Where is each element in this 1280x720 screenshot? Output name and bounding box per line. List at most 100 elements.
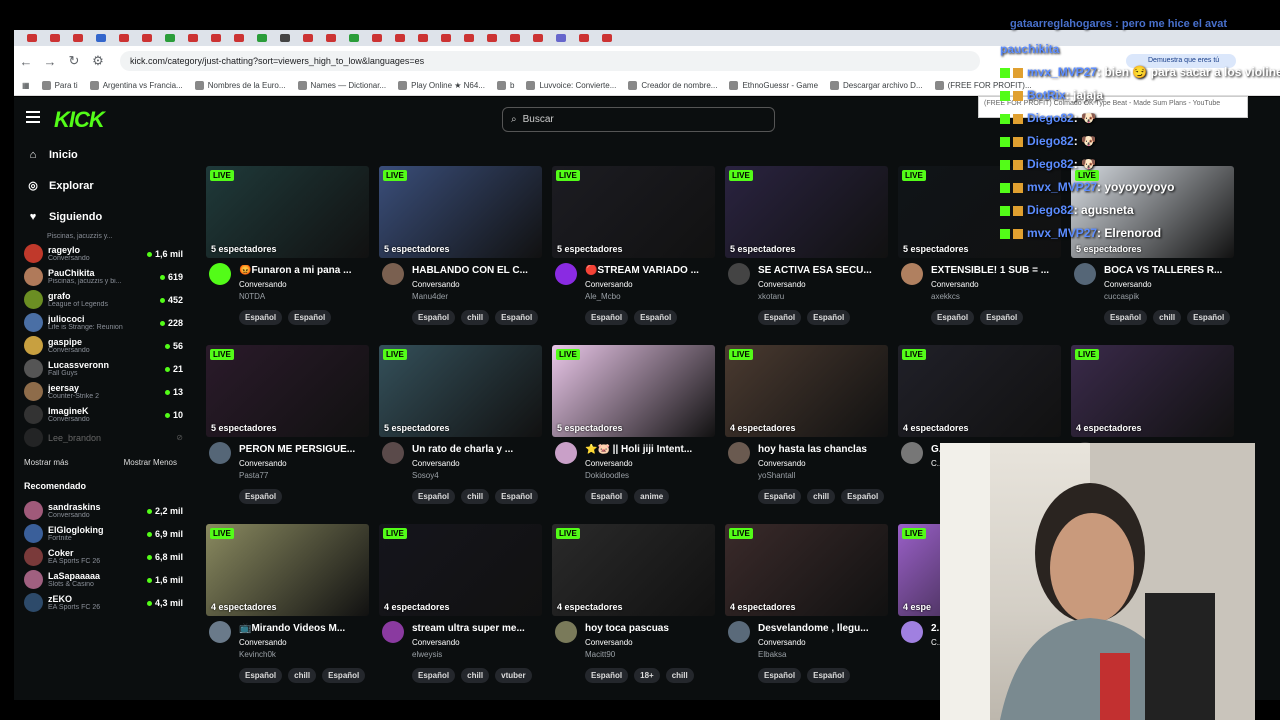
- stream-category[interactable]: Conversando: [585, 280, 633, 289]
- stream-title[interactable]: HABLANDO CON EL C...: [412, 265, 542, 276]
- stream-tag[interactable]: chill: [288, 668, 317, 683]
- stream-thumbnail[interactable]: LIVE 5 espectadores: [725, 166, 888, 258]
- browser-tab[interactable]: [464, 34, 474, 42]
- stream-thumbnail[interactable]: LIVE 4 espectadores: [552, 524, 715, 616]
- stream-thumbnail[interactable]: LIVE 5 espectadores: [206, 166, 369, 258]
- forward-icon[interactable]: →: [38, 54, 62, 69]
- stream-thumbnail[interactable]: LIVE 4 espectadores: [725, 345, 888, 437]
- stream-category[interactable]: Conversando: [758, 280, 806, 289]
- streamer-name[interactable]: Sosoy4: [412, 471, 439, 480]
- stream-category[interactable]: Conversando: [585, 638, 633, 647]
- streamer-name[interactable]: yoShantall: [758, 471, 795, 480]
- show-more-button[interactable]: Mostrar más: [24, 458, 68, 473]
- bookmark-item[interactable]: Argentina vs Francia...: [89, 81, 183, 90]
- site-info-icon[interactable]: ⚙: [86, 53, 110, 69]
- streamer-avatar[interactable]: [728, 621, 750, 643]
- browser-tab[interactable]: [395, 34, 405, 42]
- stream-card[interactable]: LIVE 5 espectadores Un rato de charla y ..…: [379, 345, 542, 515]
- stream-category[interactable]: Conversando: [412, 638, 460, 647]
- browser-tab[interactable]: [303, 34, 313, 42]
- stream-title[interactable]: SE ACTIVA ESA SECU...: [758, 265, 888, 276]
- stream-tag[interactable]: Español: [585, 668, 629, 683]
- stream-tag[interactable]: chill: [665, 668, 694, 683]
- stream-tag[interactable]: Español: [980, 310, 1024, 325]
- stream-tag[interactable]: Español: [495, 489, 539, 504]
- back-icon[interactable]: ←: [14, 54, 38, 69]
- browser-tab[interactable]: [579, 34, 589, 42]
- streamer-name[interactable]: Kevinch0k: [239, 650, 276, 659]
- sidebar-channel[interactable]: juliococi Life is Strange: Reunion 228: [14, 311, 189, 334]
- streamer-name[interactable]: cuccaspik: [1104, 292, 1139, 301]
- stream-thumbnail[interactable]: LIVE 5 espectadores: [206, 345, 369, 437]
- stream-tag[interactable]: Español: [412, 310, 456, 325]
- sidebar-channel[interactable]: PauChikita Piscinas, jacuzzis y bi... 619: [14, 265, 189, 288]
- stream-tag[interactable]: Español: [239, 310, 283, 325]
- kick-logo[interactable]: KICK: [54, 107, 105, 133]
- streamer-name[interactable]: N0TDA: [239, 292, 265, 301]
- stream-title[interactable]: EXTENSIBLE! 1 SUB = ...: [931, 265, 1061, 276]
- offline-channel[interactable]: Lee_brandon ⊘: [14, 426, 189, 449]
- stream-tag[interactable]: chill: [1153, 310, 1182, 325]
- stream-thumbnail[interactable]: LIVE 4 espectadores: [725, 524, 888, 616]
- apps-icon[interactable]: ▦: [22, 81, 30, 90]
- show-less-button[interactable]: Mostrar Menos: [124, 458, 177, 473]
- streamer-avatar[interactable]: [209, 263, 231, 285]
- stream-card[interactable]: LIVE 4 espectadores 📺Mirando Videos M... Co…: [206, 524, 369, 694]
- browser-tab[interactable]: [533, 34, 543, 42]
- stream-category[interactable]: Conversando: [931, 280, 979, 289]
- streamer-avatar[interactable]: [382, 263, 404, 285]
- stream-tag[interactable]: Español: [239, 668, 283, 683]
- streamer-avatar[interactable]: [209, 442, 231, 464]
- stream-tag[interactable]: Español: [1187, 310, 1231, 325]
- sidebar-channel[interactable]: gaspipe Conversando 56: [14, 334, 189, 357]
- streamer-name[interactable]: elweysis: [412, 650, 442, 659]
- streamer-avatar[interactable]: [382, 621, 404, 643]
- stream-tag[interactable]: vtuber: [495, 668, 532, 683]
- browser-tab[interactable]: [257, 34, 267, 42]
- streamer-avatar[interactable]: [901, 263, 923, 285]
- stream-card[interactable]: LIVE 4 espectadores hoy hasta las chanclas…: [725, 345, 888, 515]
- sidebar-channel[interactable]: zEKO EA Sports FC 26 4,3 mil: [14, 591, 189, 614]
- browser-tab[interactable]: [188, 34, 198, 42]
- browser-tab[interactable]: [372, 34, 382, 42]
- browser-tab[interactable]: [510, 34, 520, 42]
- stream-tag[interactable]: Español: [495, 310, 539, 325]
- browser-tab[interactable]: [211, 34, 221, 42]
- stream-tag[interactable]: Español: [585, 489, 629, 504]
- stream-title[interactable]: 🔴STREAM VARIADO ...: [585, 265, 715, 276]
- streamer-name[interactable]: Macitt90: [585, 650, 615, 659]
- bookmark-item[interactable]: Luvvoice: Convierte...: [526, 81, 616, 90]
- stream-category[interactable]: Conversando: [1104, 280, 1152, 289]
- stream-card[interactable]: LIVE 4 espectadores Desvelandome , llegu..…: [725, 524, 888, 694]
- stream-tag[interactable]: Español: [758, 668, 802, 683]
- browser-tab[interactable]: [349, 34, 359, 42]
- stream-title[interactable]: stream ultra super me...: [412, 623, 542, 634]
- sidebar-channel[interactable]: rageylo Conversando 1,6 mil: [14, 242, 189, 265]
- browser-tab[interactable]: [556, 34, 566, 42]
- streamer-avatar[interactable]: [555, 621, 577, 643]
- stream-card[interactable]: LIVE 5 espectadores ⭐🐷 || Holi jiji Intent…: [552, 345, 715, 515]
- stream-card[interactable]: LIVE 5 espectadores HABLANDO CON EL C... Co…: [379, 166, 542, 336]
- streamer-avatar[interactable]: [728, 442, 750, 464]
- streamer-avatar[interactable]: [555, 263, 577, 285]
- stream-thumbnail[interactable]: LIVE 4 espectadores: [206, 524, 369, 616]
- stream-card[interactable]: LIVE 5 espectadores PERON ME PERSIGUE... Co…: [206, 345, 369, 515]
- bookmark-item[interactable]: Play Online ★ N64...: [398, 81, 485, 90]
- stream-title[interactable]: 📺Mirando Videos M...: [239, 623, 369, 634]
- search-input[interactable]: ⌕ Buscar: [502, 107, 775, 132]
- stream-title[interactable]: Un rato de charla y ...: [412, 444, 542, 455]
- stream-thumbnail[interactable]: LIVE 4 espectadores: [898, 345, 1061, 437]
- stream-card[interactable]: LIVE 4 espectadores hoy toca pascuas Conver…: [552, 524, 715, 694]
- sidebar-nav-inicio[interactable]: ⌂ Inicio: [14, 139, 189, 170]
- stream-thumbnail[interactable]: LIVE 5 espectadores: [552, 345, 715, 437]
- streamer-name[interactable]: Ale_Mcbo: [585, 292, 621, 301]
- stream-category[interactable]: Conversando: [239, 459, 287, 468]
- bookmark-item[interactable]: EthnoGuessr - Game: [729, 81, 818, 90]
- sidebar-channel[interactable]: ImagineK Conversando 10: [14, 403, 189, 426]
- stream-thumbnail[interactable]: LIVE 4 espectadores: [1071, 345, 1234, 437]
- stream-title[interactable]: BOCA VS TALLERES R...: [1104, 265, 1234, 276]
- stream-title[interactable]: ⭐🐷 || Holi jiji Intent...: [585, 444, 715, 455]
- sidebar-channel[interactable]: ElGlogloking Fortnite 6,9 mil: [14, 522, 189, 545]
- url-field[interactable]: kick.com/category/just-chatting?sort=vie…: [120, 51, 980, 71]
- streamer-avatar[interactable]: [901, 621, 923, 643]
